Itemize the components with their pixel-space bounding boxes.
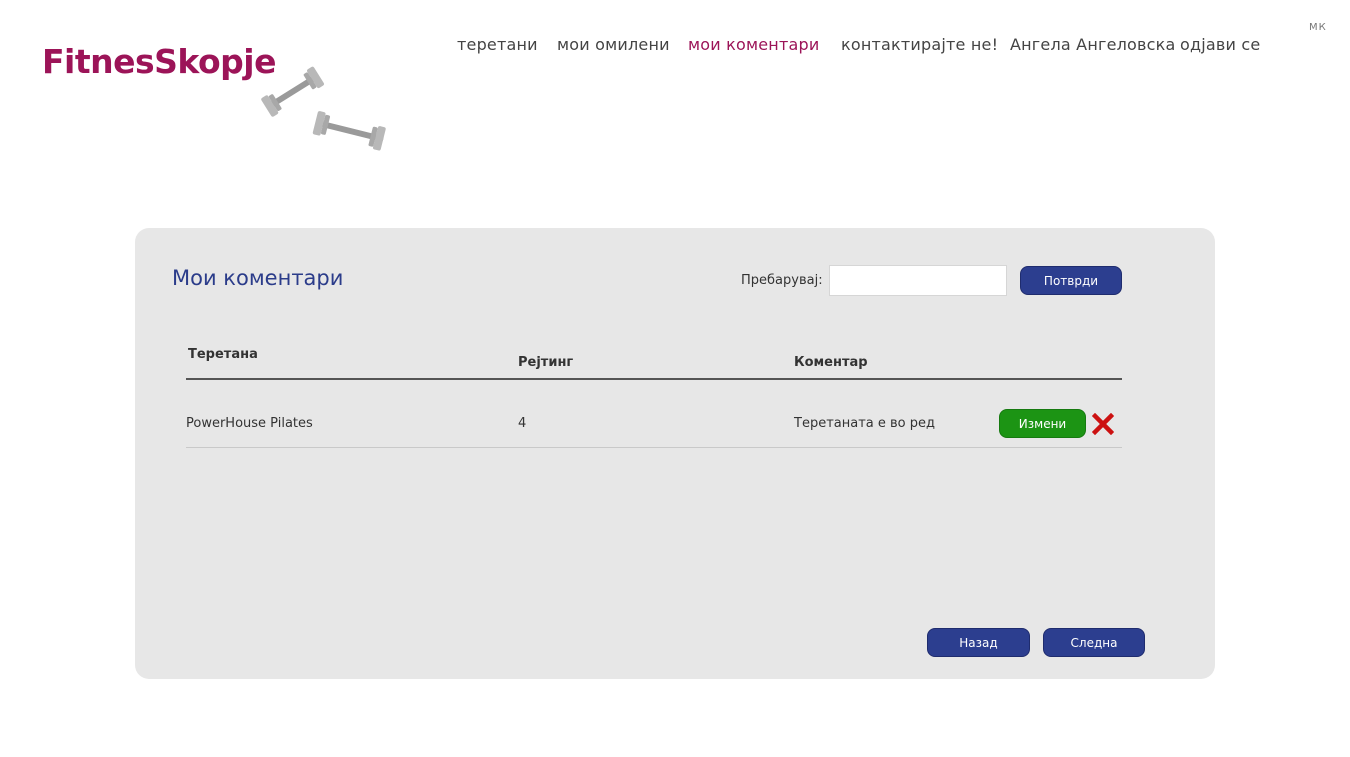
column-header-rating: Рејтинг: [518, 355, 574, 370]
back-button[interactable]: Назад: [927, 628, 1030, 657]
column-header-comment: Коментар: [794, 355, 868, 370]
edit-comment-button[interactable]: Измени: [999, 409, 1086, 438]
row-divider: [186, 447, 1122, 448]
cell-rating: 4: [518, 416, 527, 431]
nav-item-contact[interactable]: контактирајте не!: [841, 35, 998, 54]
nav-item-gyms[interactable]: теретани: [457, 35, 538, 54]
search-label: Пребарувај:: [741, 273, 823, 288]
dumbbells-icon: [261, 66, 386, 151]
nav-item-user-profile[interactable]: Ангела Ангеловска: [1010, 35, 1176, 54]
nav-item-my-comments[interactable]: мои коментари: [688, 35, 819, 54]
nav-item-favorites[interactable]: мои омилени: [557, 35, 670, 54]
column-header-gym: Теретана: [188, 347, 258, 362]
comments-panel: Мои коментари Пребарувај: Потврди Терета…: [135, 228, 1215, 679]
site-logo[interactable]: FitnesSkopje: [42, 42, 387, 162]
nav-item-logout[interactable]: одјави се: [1180, 35, 1260, 54]
delete-x-icon[interactable]: [1092, 413, 1114, 435]
search-input[interactable]: [829, 265, 1007, 296]
header-divider: [186, 378, 1122, 380]
cell-comment: Теретаната е во ред: [794, 416, 935, 431]
page-title: Мои коментари: [172, 266, 344, 290]
language-switch[interactable]: мк: [1309, 22, 1327, 33]
next-button[interactable]: Следна: [1043, 628, 1145, 657]
logo-text: FitnesSkopje: [42, 42, 276, 81]
search-confirm-button[interactable]: Потврди: [1020, 266, 1122, 295]
cell-gym: PowerHouse Pilates: [186, 416, 313, 431]
